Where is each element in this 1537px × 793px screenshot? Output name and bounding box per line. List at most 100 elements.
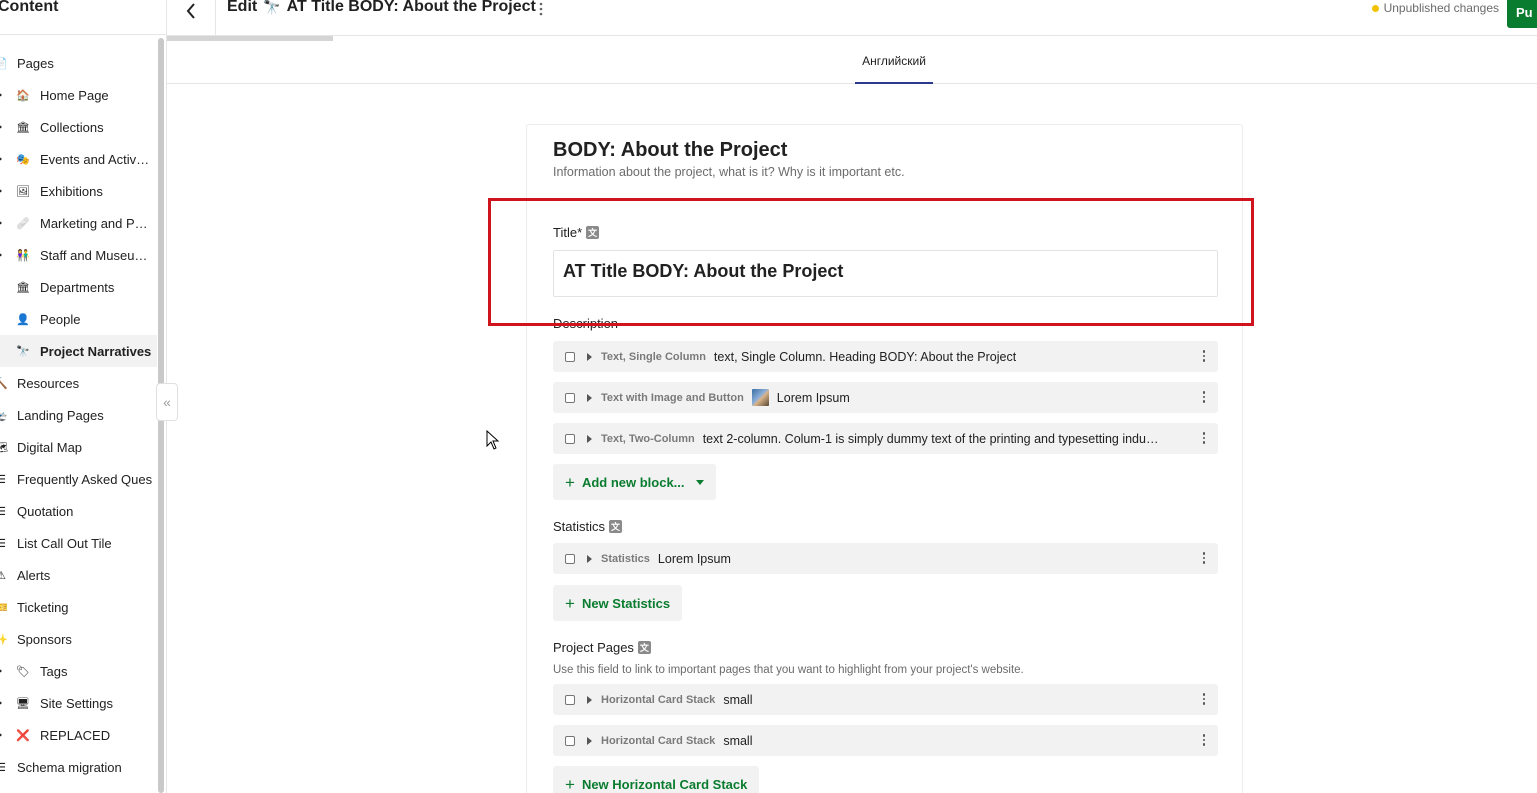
sidebar-item[interactable]: ❌ REPLACED (0, 719, 157, 751)
telescope-icon: 🔭 (16, 345, 30, 358)
sidebar-item-label: Quotation (17, 503, 74, 519)
sidebar-item[interactable]: 🏷 Tags (0, 655, 157, 687)
sidebar-item[interactable]: ☰ List Call Out Tile (0, 527, 157, 559)
sidebar-item-label: REPLACED (40, 727, 111, 743)
more-vertical-icon[interactable] (1202, 350, 1205, 362)
theater-masks-icon: 🎭 (16, 153, 30, 166)
sidebar-item[interactable]: 🏛 Collections (0, 111, 157, 143)
ticket-icon: 🎫 (0, 600, 8, 614)
list-icon: ☰ (0, 760, 8, 774)
block-row[interactable]: Text, Single Column text, Single Column. … (553, 341, 1218, 372)
sidebar-item-label: Staff and Museu… (40, 247, 148, 263)
editor-header: Edit 🔭 AT Title BODY: About the Project … (167, 0, 1537, 36)
block-checkbox[interactable] (565, 351, 575, 362)
sidebar-item-label: Resources (17, 375, 80, 391)
new-horizontal-card-stack-button[interactable]: + New Horizontal Card Stack (553, 766, 760, 793)
publish-button[interactable]: Pu (1507, 0, 1537, 28)
block-checkbox[interactable] (565, 392, 575, 403)
more-vertical-icon[interactable] (1202, 391, 1205, 403)
status-text: Unpublished changes (1383, 1, 1499, 15)
sidebar-item[interactable]: 🖼 Exhibitions (0, 175, 157, 207)
sidebar-item-label: Ticketing (17, 599, 69, 615)
more-vertical-icon[interactable] (1202, 693, 1205, 705)
page-title: Edit 🔭 AT Title BODY: About the Project (227, 0, 536, 16)
expand-caret-icon[interactable] (587, 554, 592, 563)
block-row[interactable]: Horizontal Card Stack small (553, 684, 1218, 715)
map-icon: 🗺 (0, 440, 8, 454)
expand-caret-icon[interactable] (587, 352, 592, 361)
block-row[interactable]: Statistics Lorem Ipsum (553, 543, 1218, 574)
sidebar-item[interactable]: 🎭 Events and Activ… (0, 143, 157, 175)
back-button[interactable] (181, 0, 201, 22)
sidebar-item[interactable]: 🎫 Ticketing (0, 591, 157, 623)
block-checkbox[interactable] (565, 694, 575, 705)
sidebar-item[interactable]: 👤 People (0, 303, 157, 335)
document-menu-button[interactable] (539, 2, 543, 19)
caret-right-icon[interactable] (0, 155, 2, 163)
block-checkbox[interactable] (565, 553, 575, 564)
tab-english[interactable]: Английский (855, 42, 933, 84)
sidebar-item[interactable]: ✨ Sponsors (0, 623, 157, 655)
block-checkbox[interactable] (565, 735, 575, 746)
museum-icon: 🏛 (16, 281, 30, 294)
collapse-sidebar-button[interactable]: « (156, 383, 178, 421)
add-new-block-button[interactable]: + Add new block... (553, 464, 716, 500)
translate-icon: 文 (609, 520, 623, 533)
sparkle-icon: ✨ (0, 632, 8, 646)
sidebar-item[interactable]: 🖥 Site Settings (0, 687, 157, 719)
caret-right-icon[interactable] (0, 699, 2, 707)
sidebar: Content 📄 Pages 🏠 Home Page 🏛 Collections 🎭 Eve… (0, 0, 167, 793)
block-checkbox[interactable] (565, 433, 575, 444)
sidebar-item[interactable]: ☰ Schema migration (0, 751, 157, 783)
sidebar-item[interactable]: ⚠ Alerts (0, 559, 157, 591)
sidebar-item[interactable]: 📄 Pages (0, 47, 157, 79)
sidebar-item-label: Events and Activ… (40, 151, 150, 167)
translate-icon: 文 (637, 641, 651, 654)
more-vertical-icon[interactable] (1202, 432, 1205, 444)
expand-caret-icon[interactable] (587, 434, 592, 443)
sidebar-item-label: Departments (40, 279, 115, 295)
museum-icon: 🏛 (16, 121, 30, 134)
project-pages-help: Use this field to link to important page… (553, 664, 1024, 676)
sidebar-item-label: Project Narratives (40, 343, 152, 359)
sidebar-item[interactable]: 🛬 Landing Pages (0, 399, 157, 431)
sidebar-item[interactable]: 🏠 Home Page (0, 79, 157, 111)
caret-right-icon[interactable] (0, 219, 2, 227)
block-summary: text 2-column. Colum-1 is simply dummy t… (702, 431, 1159, 446)
statistics-field-label: Statistics 文 (553, 519, 623, 534)
caret-right-icon[interactable] (0, 187, 2, 195)
sidebar-item[interactable]: 🔭 Project Narratives (0, 335, 157, 367)
x-mark-icon: ❌ (16, 729, 30, 742)
sidebar-item[interactable]: 🏛 Departments (0, 271, 157, 303)
expand-caret-icon[interactable] (587, 393, 592, 402)
sidebar-divider (0, 34, 166, 35)
more-vertical-icon[interactable] (1202, 552, 1205, 564)
plus-icon: + (565, 472, 575, 492)
sidebar-item[interactable]: 👫 Staff and Museu… (0, 239, 157, 271)
caret-right-icon[interactable] (0, 667, 2, 675)
expand-caret-icon[interactable] (587, 736, 592, 745)
caret-right-icon[interactable] (0, 123, 2, 131)
block-row[interactable]: Text with Image and Button Lorem Ipsum (553, 382, 1218, 413)
new-statistics-label: New Statistics (581, 595, 671, 611)
caret-right-icon[interactable] (0, 251, 2, 259)
block-type: Text, Single Column (601, 350, 706, 363)
sidebar-item-label: Landing Pages (17, 407, 104, 423)
form-subheading: Information about the project, what is i… (553, 165, 905, 179)
block-type: Text with Image and Button (601, 391, 744, 404)
block-row[interactable]: Horizontal Card Stack small (553, 725, 1218, 756)
caret-right-icon[interactable] (0, 731, 2, 739)
block-row[interactable]: Text, Two-Column text 2-column. Colum-1 i… (553, 423, 1218, 454)
expand-caret-icon[interactable] (587, 695, 592, 704)
caret-right-icon[interactable] (0, 91, 2, 99)
sidebar-item[interactable]: ☰ Frequently Asked Ques (0, 463, 157, 495)
new-statistics-button[interactable]: + New Statistics (553, 585, 683, 621)
sidebar-item[interactable]: 🗺 Digital Map (0, 431, 157, 463)
more-vertical-icon[interactable] (1202, 734, 1205, 746)
sidebar-item[interactable]: 🩹 Marketing and P… (0, 207, 157, 239)
sidebar-item[interactable]: 🔨 Resources (0, 367, 157, 399)
header-separator (215, 0, 216, 36)
page-icon: 📄 (0, 56, 8, 70)
mouse-cursor-icon (486, 430, 500, 450)
sidebar-item[interactable]: ☰ Quotation (0, 495, 157, 527)
